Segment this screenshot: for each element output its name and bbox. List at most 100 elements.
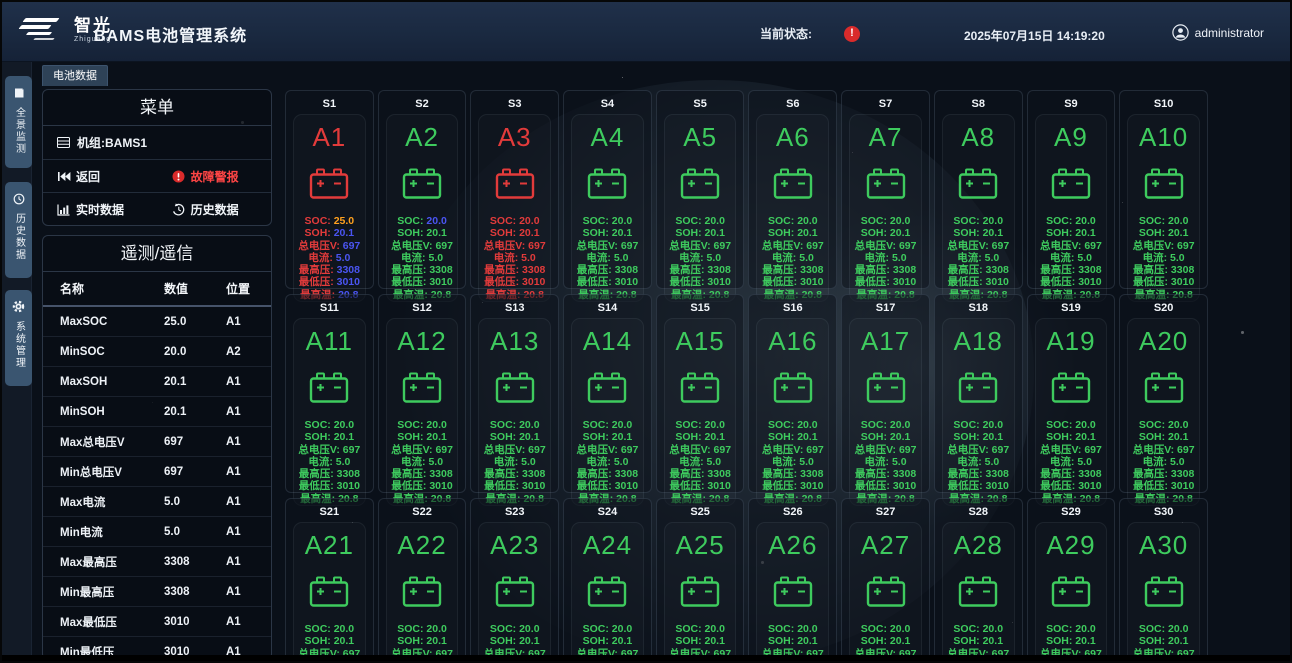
battery-card[interactable]: S2 A2 SOC: 20.0SOH: 20.1总电压V: 697电流: 5.0…	[378, 90, 467, 289]
battery-card[interactable]: S7 A7 SOC: 20.0SOH: 20.1总电压V: 697电流: 5.0…	[841, 90, 930, 289]
table-row: Max电流5.0A1	[43, 487, 271, 517]
battery-icon	[402, 168, 442, 204]
sidebar-tab-system[interactable]: 系统管理	[5, 290, 32, 386]
card-inner-panel: A20 SOC: 20.0SOH: 20.1总电压V: 697电流: 5.0最高…	[1127, 318, 1200, 506]
battery-card[interactable]: S9 A9 SOC: 20.0SOH: 20.1总电压V: 697电流: 5.0…	[1027, 90, 1116, 289]
battery-id-label: A6	[776, 122, 810, 153]
metric-name: Min最高压	[60, 584, 164, 600]
battery-card[interactable]: S1 A1 SOC: 25.0SOH: 20.1总电压V: 697电流: 5.0…	[285, 90, 374, 289]
battery-card[interactable]: S30 A30 SOC: 20.0SOH: 20.1总电压V: 697电流: 5…	[1119, 498, 1208, 663]
metric-location: A1	[226, 466, 271, 478]
history-data-button[interactable]: 历史数据	[171, 201, 239, 218]
battery-card[interactable]: S10 A10 SOC: 20.0SOH: 20.1总电压V: 697电流: 5…	[1119, 90, 1208, 289]
card-metric-current: 电流: 5.0	[1040, 456, 1102, 468]
battery-card[interactable]: S23 A23 SOC: 20.0SOH: 20.1总电压V: 697电流: 5…	[470, 498, 559, 663]
battery-card[interactable]: S8 A8 SOC: 20.0SOH: 20.1总电压V: 697电流: 5.0…	[934, 90, 1023, 289]
card-metric-soh: SOH: 20.1	[298, 635, 360, 647]
table-row: Max最高压3308A1	[43, 547, 271, 577]
battery-id-label: A30	[1139, 530, 1188, 561]
card-metrics: SOC: 20.0SOH: 20.1总电压V: 697电流: 5.0最高压: 3…	[947, 215, 1009, 301]
battery-card[interactable]: S26 A26 SOC: 20.0SOH: 20.1总电压V: 697电流: 5…	[748, 498, 837, 663]
card-inner-panel: A10 SOC: 20.0SOH: 20.1总电压V: 697电流: 5.0最高…	[1127, 114, 1200, 302]
card-metrics: SOC: 20.0SOH: 20.1总电压V: 697电流: 5.0最高压: 3…	[1133, 419, 1195, 505]
card-metric-soc: SOC: 20.0	[1040, 623, 1102, 635]
sidebar-tab-history[interactable]: 历史数据	[5, 182, 32, 278]
card-inner-panel: A28 SOC: 20.0SOH: 20.1总电压V: 697电流: 5.0最高…	[942, 522, 1015, 663]
string-label: S13	[471, 302, 558, 314]
battery-id-label: A16	[768, 326, 817, 357]
battery-card[interactable]: S3 A3 SOC: 20.0SOH: 20.1总电压V: 697电流: 5.0…	[470, 90, 559, 289]
metric-location: A1	[226, 616, 271, 628]
card-metric-min-cell-voltage: 最低压: 3010	[298, 480, 360, 492]
realtime-data-button[interactable]: 实时数据	[43, 201, 171, 218]
battery-icon	[1051, 168, 1091, 204]
battery-card[interactable]: S27 A27 SOC: 20.0SOH: 20.1总电压V: 697电流: 5…	[841, 498, 930, 663]
battery-id-label: A9	[1054, 122, 1088, 153]
card-metric-max-cell-voltage: 最高压: 3308	[1133, 468, 1195, 480]
battery-card[interactable]: S6 A6 SOC: 20.0SOH: 20.1总电压V: 697电流: 5.0…	[748, 90, 837, 289]
card-metric-current: 电流: 5.0	[298, 252, 360, 264]
back-label: 返回	[76, 168, 100, 185]
battery-id-label: A23	[490, 530, 539, 561]
card-metric-min-cell-voltage: 最低压: 3010	[391, 480, 453, 492]
battery-icon	[958, 168, 998, 204]
user-menu[interactable]: administrator	[1172, 24, 1264, 41]
battery-card[interactable]: S21 A21 SOC: 20.0SOH: 20.1总电压V: 697电流: 5…	[285, 498, 374, 663]
card-metric-current: 电流: 5.0	[855, 456, 917, 468]
battery-card[interactable]: S14 A14 SOC: 20.0SOH: 20.1总电压V: 697电流: 5…	[563, 294, 652, 493]
card-metric-soh: SOH: 20.1	[484, 635, 546, 647]
battery-card[interactable]: S28 A28 SOC: 20.0SOH: 20.1总电压V: 697电流: 5…	[934, 498, 1023, 663]
battery-card[interactable]: S11 A11 SOC: 20.0SOH: 20.1总电压V: 697电流: 5…	[285, 294, 374, 493]
string-label: S3	[471, 98, 558, 110]
battery-id-label: A14	[583, 326, 632, 357]
card-metric-min-cell-voltage: 最低压: 3010	[577, 480, 639, 492]
menu-panel: 菜单 机组:BAMS1 返回 故障警报	[42, 89, 272, 226]
card-inner-panel: A16 SOC: 20.0SOH: 20.1总电压V: 697电流: 5.0最高…	[756, 318, 829, 506]
battery-card[interactable]: S4 A4 SOC: 20.0SOH: 20.1总电压V: 697电流: 5.0…	[563, 90, 652, 289]
card-metric-total-voltage: 总电压V: 697	[484, 444, 546, 456]
battery-card[interactable]: S15 A15 SOC: 20.0SOH: 20.1总电压V: 697电流: 5…	[656, 294, 745, 493]
back-button[interactable]: 返回	[43, 168, 171, 185]
card-metrics: SOC: 20.0SOH: 20.1总电压V: 697电流: 5.0最高压: 3…	[762, 419, 824, 505]
alert-circle-icon[interactable]: !	[844, 26, 860, 42]
card-metric-max-cell-voltage: 最高压: 3308	[577, 468, 639, 480]
card-metric-soc: SOC: 20.0	[855, 215, 917, 227]
card-metric-soc: SOC: 20.0	[577, 623, 639, 635]
card-metric-soh: SOH: 20.1	[391, 635, 453, 647]
card-metric-soc: SOC: 20.0	[947, 419, 1009, 431]
card-metric-soc: SOC: 20.0	[1133, 419, 1195, 431]
battery-card[interactable]: S17 A17 SOC: 20.0SOH: 20.1总电压V: 697电流: 5…	[841, 294, 930, 493]
battery-card[interactable]: S13 A13 SOC: 20.0SOH: 20.1总电压V: 697电流: 5…	[470, 294, 559, 493]
card-metric-soc: SOC: 20.0	[855, 623, 917, 635]
metric-name: Max总电压V	[60, 434, 164, 450]
card-inner-panel: A7 SOC: 20.0SOH: 20.1总电压V: 697电流: 5.0最高压…	[849, 114, 922, 302]
sidebar-tab-panorama[interactable]: 全景监测	[5, 76, 32, 168]
telemetry-panel: 遥测/遥信 名称 数值 位置 MaxSOC25.0A1MinSOC20.0A2M…	[42, 235, 272, 660]
battery-card[interactable]: S29 A29 SOC: 20.0SOH: 20.1总电压V: 697电流: 5…	[1027, 498, 1116, 663]
battery-card[interactable]: S22 A22 SOC: 20.0SOH: 20.1总电压V: 697电流: 5…	[378, 498, 467, 663]
battery-card[interactable]: S5 A5 SOC: 20.0SOH: 20.1总电压V: 697电流: 5.0…	[656, 90, 745, 289]
battery-card[interactable]: S24 A24 SOC: 20.0SOH: 20.1总电压V: 697电流: 5…	[563, 498, 652, 663]
battery-card[interactable]: S25 A25 SOC: 20.0SOH: 20.1总电压V: 697电流: 5…	[656, 498, 745, 663]
card-metric-soh: SOH: 20.1	[1040, 431, 1102, 443]
card-metric-soh: SOH: 20.1	[855, 227, 917, 239]
card-metric-soc: SOC: 20.0	[947, 623, 1009, 635]
battery-icon	[866, 576, 906, 612]
fault-alarm-button[interactable]: 故障警报	[171, 168, 239, 185]
history-clock-icon	[11, 191, 26, 206]
battery-card[interactable]: S20 A20 SOC: 20.0SOH: 20.1总电压V: 697电流: 5…	[1119, 294, 1208, 493]
battery-id-label: A11	[306, 326, 353, 357]
metric-value: 3308	[164, 586, 226, 598]
table-row: Min电流5.0A1	[43, 517, 271, 547]
datetime-display: 2025年07月15日 14:19:20	[964, 27, 1105, 44]
card-metric-total-voltage: 总电压V: 697	[577, 444, 639, 456]
battery-card[interactable]: S18 A18 SOC: 20.0SOH: 20.1总电压V: 697电流: 5…	[934, 294, 1023, 493]
sidebar-tab-label: 历史数据	[14, 213, 24, 261]
battery-card[interactable]: S12 A12 SOC: 20.0SOH: 20.1总电压V: 697电流: 5…	[378, 294, 467, 493]
card-metric-soh: SOH: 20.1	[1040, 635, 1102, 647]
tab-battery-data[interactable]: 电池数据	[42, 65, 108, 86]
metric-name: Max最低压	[60, 614, 164, 630]
battery-card[interactable]: S16 A16 SOC: 20.0SOH: 20.1总电压V: 697电流: 5…	[748, 294, 837, 493]
battery-card[interactable]: S19 A19 SOC: 20.0SOH: 20.1总电压V: 697电流: 5…	[1027, 294, 1116, 493]
card-inner-panel: A18 SOC: 20.0SOH: 20.1总电压V: 697电流: 5.0最高…	[942, 318, 1015, 506]
